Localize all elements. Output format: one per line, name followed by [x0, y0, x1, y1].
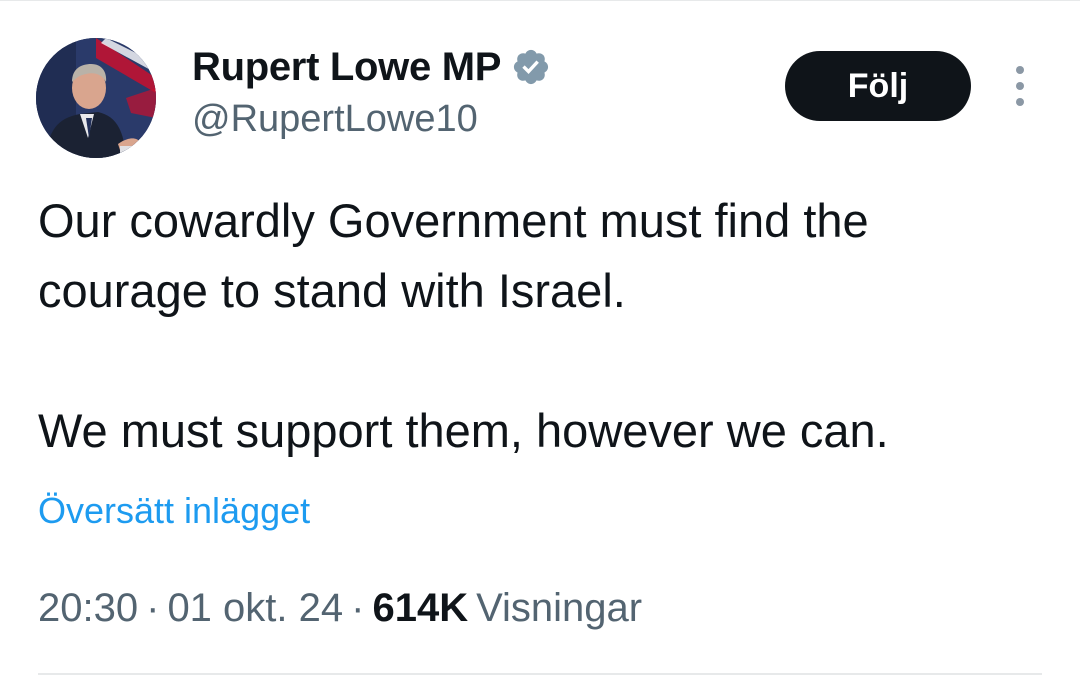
tweet-date[interactable]: 01 okt. 24	[167, 586, 343, 631]
separator: ·	[146, 586, 160, 630]
tweet-meta: 20:30 · 01 okt. 24 · 614K Visningar	[38, 586, 642, 631]
tweet-paragraph: We must support them, however we can.	[38, 404, 889, 457]
more-vertical-icon[interactable]	[1004, 66, 1036, 106]
user-name-row: Rupert Lowe MP	[192, 44, 551, 90]
top-divider	[0, 0, 1080, 1]
more-dot	[1016, 98, 1024, 106]
user-handle[interactable]: @RupertLowe10	[192, 98, 478, 141]
verified-badge-icon[interactable]	[511, 47, 551, 87]
avatar-photo	[36, 38, 156, 158]
avatar[interactable]	[36, 38, 156, 158]
more-dot	[1016, 66, 1024, 74]
translate-post-link[interactable]: Översätt inlägget	[38, 490, 310, 532]
separator: ·	[351, 586, 365, 630]
views-count[interactable]: 614K	[372, 586, 468, 631]
tweet-text: Our cowardly Government must find the co…	[38, 186, 1048, 466]
tweet-paragraph: Our cowardly Government must find the co…	[38, 194, 869, 317]
views-label[interactable]: Visningar	[476, 586, 642, 631]
follow-button[interactable]: Följ	[785, 51, 971, 121]
bottom-divider	[38, 673, 1042, 675]
tweet-time[interactable]: 20:30	[38, 586, 138, 631]
display-name[interactable]: Rupert Lowe MP	[192, 45, 501, 90]
more-dot	[1016, 82, 1024, 90]
